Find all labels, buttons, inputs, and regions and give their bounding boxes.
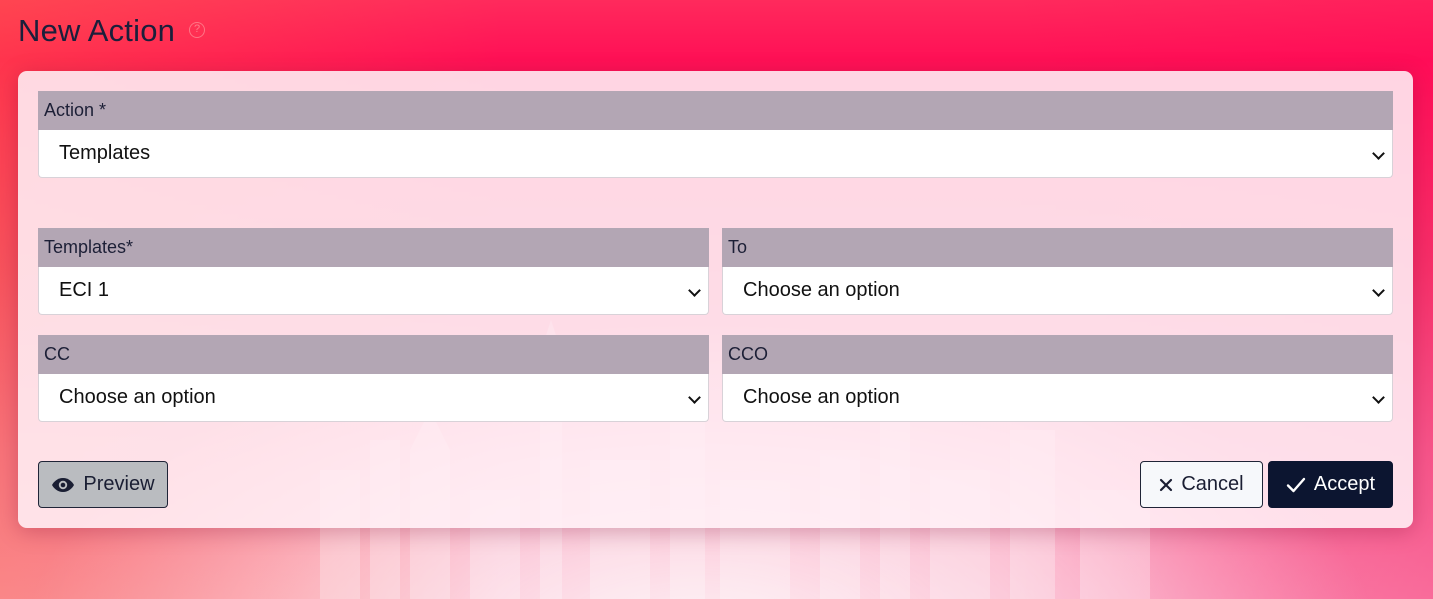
cancel-button[interactable]: Cancel	[1140, 461, 1263, 508]
to-field: To Choose an option	[722, 228, 1393, 315]
accept-button[interactable]: Accept	[1268, 461, 1393, 508]
chevron-down-icon	[688, 391, 701, 404]
templates-label: Templates*	[38, 228, 709, 267]
action-label: Action *	[38, 91, 1393, 130]
question-circle-icon[interactable]: ?	[189, 22, 205, 38]
cc-label: CC	[38, 335, 709, 374]
action-field: Action * Templates	[38, 91, 1393, 178]
to-select[interactable]: Choose an option	[722, 267, 1393, 315]
templates-field: Templates* ECI 1	[38, 228, 709, 315]
to-select-value: Choose an option	[743, 279, 900, 301]
cc-field: CC Choose an option	[38, 335, 709, 422]
cco-field: CCO Choose an option	[722, 335, 1393, 422]
to-label: To	[722, 228, 1393, 267]
cco-select-value: Choose an option	[743, 386, 900, 408]
preview-button-label: Preview	[83, 473, 155, 495]
chevron-down-icon	[1372, 284, 1385, 297]
new-action-modal: Action * Templates Templates* ECI 1 To C…	[18, 71, 1413, 528]
cancel-button-label: Cancel	[1181, 473, 1244, 495]
templates-select-value: ECI 1	[59, 279, 110, 301]
eye-icon	[52, 477, 75, 492]
cco-select[interactable]: Choose an option	[722, 374, 1393, 422]
chevron-down-icon	[688, 284, 701, 297]
check-icon	[1286, 477, 1306, 492]
chevron-down-icon	[1372, 147, 1385, 160]
preview-button[interactable]: Preview	[38, 461, 168, 508]
accept-button-label: Accept	[1313, 473, 1376, 495]
cco-label: CCO	[722, 335, 1393, 374]
action-select[interactable]: Templates	[38, 130, 1393, 178]
templates-select[interactable]: ECI 1	[38, 267, 709, 315]
cc-select-value: Choose an option	[59, 386, 216, 408]
action-select-value: Templates	[59, 142, 151, 164]
close-icon	[1160, 478, 1173, 491]
chevron-down-icon	[1372, 391, 1385, 404]
cc-select[interactable]: Choose an option	[38, 374, 709, 422]
page-title: New Action	[18, 13, 176, 48]
